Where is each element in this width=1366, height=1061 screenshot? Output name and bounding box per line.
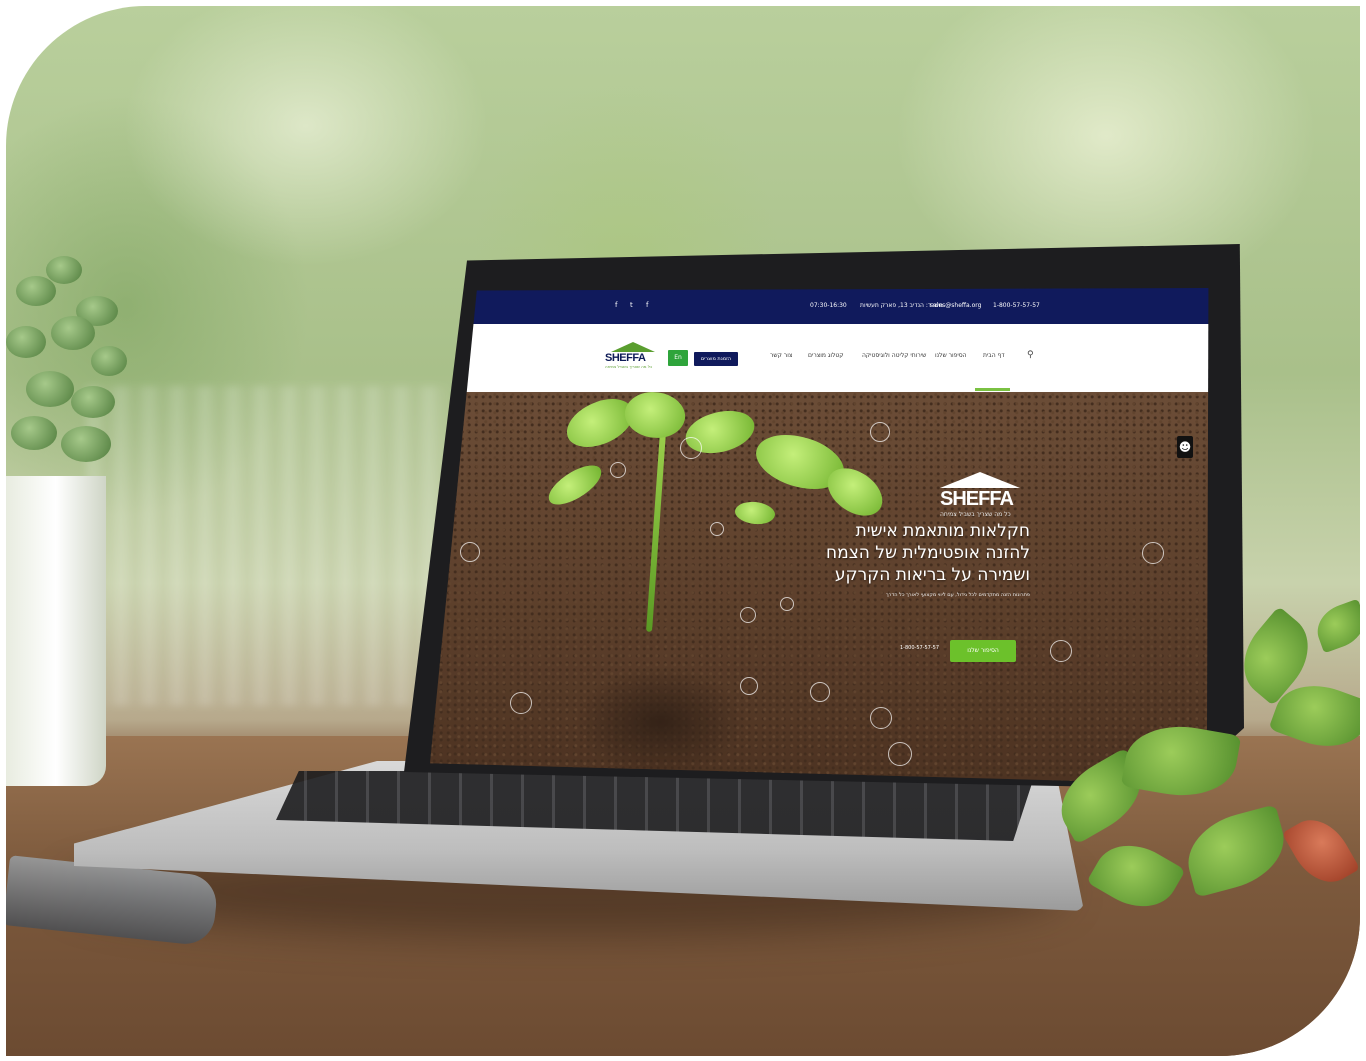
logo-tagline: כל מה שצריך בשביל צמיחה <box>605 364 653 369</box>
headline-line-3: ושמירה על בריאות הקרקע <box>834 565 1030 585</box>
search-icon[interactable]: ⚲ <box>1027 350 1034 360</box>
language-button[interactable]: En <box>668 350 688 366</box>
nav-item-catalog[interactable]: קטלוג מוצרים <box>808 352 844 359</box>
nav-item-home[interactable]: דף הבית <box>983 352 1005 359</box>
our-story-button[interactable]: הסיפור שלנו <box>950 640 1016 662</box>
order-products-button[interactable]: הזמנת מוצרים <box>694 352 738 366</box>
blurred-fence <box>86 386 446 706</box>
sprout-image <box>525 385 891 642</box>
main-navbar: SHEFFA כל מה שצריך בשביל צמיחה En הזמנת … <box>430 324 1209 392</box>
hero-logo: SHEFFA כל מה שצריך בשביל צמיחה <box>940 472 1030 518</box>
twitter-icon[interactable]: t <box>630 301 633 309</box>
facebook-icon[interactable]: f <box>615 301 617 309</box>
hero-headline: חקלאות מותאמת אישית להזנה אופטימלית של ה… <box>770 520 1030 586</box>
hero-logo-text: SHEFFA <box>940 488 1014 510</box>
site-logo[interactable]: SHEFFA כל מה שצריך בשביל צמיחה <box>605 342 661 376</box>
hero-logo-tagline: כל מה שצריך בשביל צמיחה <box>940 511 1011 518</box>
logo-text: SHEFFA <box>605 352 646 364</box>
headline-line-2: להזנה אופטימלית של הצמח <box>826 543 1030 563</box>
nav-item-contact[interactable]: צור קשר <box>770 352 792 359</box>
foreground-plant <box>1036 566 1360 966</box>
logo-roof-icon <box>611 342 655 352</box>
phone-link[interactable]: 1-800-57-57-57 <box>993 302 1040 309</box>
accessibility-icon[interactable]: ☻ <box>1177 436 1193 458</box>
nav-item-services[interactable]: שירותי קליטה ולוגיסטיקה <box>862 352 926 359</box>
succulent-plant <box>6 256 136 496</box>
nav-active-indicator <box>975 388 1010 391</box>
background-photo: f t f 07:30-16:30 משרד: הנדיב 13, פארק ת… <box>6 6 1360 1056</box>
top-info-bar: f t f 07:30-16:30 משרד: הנדיב 13, פארק ת… <box>430 288 1209 324</box>
social-icon[interactable]: f <box>646 301 648 309</box>
nav-item-our-story[interactable]: הסיפור שלנו <box>935 352 967 359</box>
email-link[interactable]: sales@sheffa.org <box>930 302 981 309</box>
hero-logo-roof-icon <box>940 472 1020 488</box>
hours-text: 07:30-16:30 <box>810 302 847 309</box>
plant-pot <box>6 476 106 786</box>
hero-subline: פתרונות הזנה מתקדמים לכל גידול, עם ליווי… <box>885 592 1030 598</box>
headline-line-1: חקלאות מותאמת אישית <box>855 521 1030 541</box>
hero-phone-link[interactable]: 1-800-57-57-57 <box>900 645 939 651</box>
